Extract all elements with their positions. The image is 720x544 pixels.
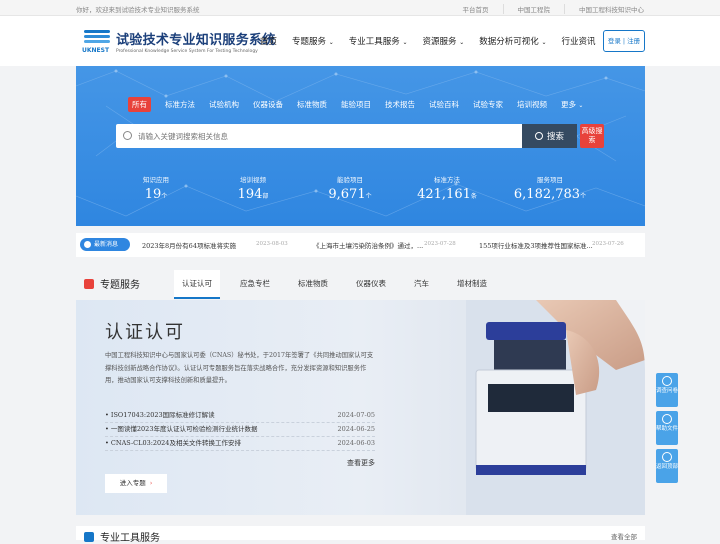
category-tabs: 所有 标准方法 试验机构 仪器设备 标准物质 能验项目 技术报告 试验百科 试验… bbox=[128, 97, 597, 112]
chevron-down-icon: ⌄ bbox=[578, 102, 584, 109]
top-link-cae[interactable]: 中国工程院 bbox=[502, 4, 550, 14]
list-item[interactable]: • CNAS-CL03:2024及相关文件转换工作安排 2024-06-03 bbox=[105, 437, 375, 451]
stat-service-items[interactable]: 服务项目 6,182,783个 bbox=[504, 174, 596, 202]
category-institutions[interactable]: 试验机构 bbox=[209, 99, 239, 112]
top-bar: 你好，欢迎来到试验技术专业知识服务系统 平台首页 中国工程院 中国工程科技知识中… bbox=[0, 0, 720, 16]
news-tag: 最新消息 bbox=[80, 238, 130, 251]
category-encyclopedia[interactable]: 试验百科 bbox=[429, 99, 459, 112]
site-logo[interactable]: UKNEST 试验技术专业知识服务系统 Professional Knowled… bbox=[82, 27, 276, 55]
tab-automotive[interactable]: 汽车 bbox=[406, 270, 437, 299]
tab-certification[interactable]: 认证认可 bbox=[174, 270, 220, 299]
topic-section-title: 专题服务 bbox=[84, 276, 140, 291]
news-item[interactable]: 2023年8月份有64项标准将实施 bbox=[142, 240, 236, 250]
chevron-down-icon: ⌄ bbox=[459, 39, 465, 46]
back-to-top-button[interactable]: 返回顶部 bbox=[656, 449, 678, 483]
topic-article-list: • ISO17043:2023国际标准修订解读 2024-07-05 • 一图读… bbox=[105, 409, 375, 451]
search-hero: 所有 标准方法 试验机构 仪器设备 标准物质 能验项目 技术报告 试验百科 试验… bbox=[76, 66, 645, 226]
category-instruments[interactable]: 仪器设备 bbox=[253, 99, 283, 112]
help-icon bbox=[662, 414, 672, 424]
category-reports[interactable]: 技术报告 bbox=[385, 99, 415, 112]
news-item[interactable]: 《上海市土壤污染防治条例》通过，... bbox=[313, 240, 423, 250]
search-input[interactable] bbox=[138, 128, 498, 144]
news-item[interactable]: 155项行业标准及3项推荐性国家标准... bbox=[479, 240, 593, 250]
tools-icon bbox=[84, 531, 94, 542]
stat-standard-methods[interactable]: 标准方法 421,161条 bbox=[407, 174, 487, 202]
survey-icon bbox=[662, 376, 672, 386]
category-proficiency[interactable]: 能验项目 bbox=[341, 99, 371, 112]
view-more-link[interactable]: 查看更多 bbox=[347, 458, 375, 468]
search-icon bbox=[123, 131, 132, 140]
stat-training-videos[interactable]: 培训视频 194部 bbox=[213, 174, 293, 202]
category-standards[interactable]: 标准方法 bbox=[165, 99, 195, 112]
topic-tabs: 认证认可 应急专栏 标准物质 仪器仪表 汽车 增材制造 bbox=[174, 270, 507, 299]
logo-title: 试验技术专业知识服务系统 bbox=[116, 32, 276, 48]
chevron-down-icon: ⌄ bbox=[541, 39, 547, 46]
list-item[interactable]: • ISO17043:2023国际标准修订解读 2024-07-05 bbox=[105, 409, 375, 423]
enter-topic-button[interactable]: 进入专题 › bbox=[105, 474, 167, 493]
side-float-toolbar: 调查问卷 帮助文件 返回顶部 bbox=[656, 373, 678, 487]
tools-section-title: 专业工具服务 bbox=[84, 529, 160, 544]
search-box bbox=[116, 124, 577, 148]
logo-mark-text: UKNEST bbox=[82, 47, 110, 54]
top-link-home[interactable]: 平台首页 bbox=[449, 4, 489, 14]
logo-subtitle: Professional Knowledge Service System Fo… bbox=[116, 48, 258, 54]
tab-reference-materials[interactable]: 标准物质 bbox=[290, 270, 336, 299]
help-button[interactable]: 帮助文件 bbox=[656, 411, 678, 445]
top-link-ckcest[interactable]: 中国工程科技知识中心 bbox=[564, 4, 644, 14]
search-button-label: 搜索 bbox=[546, 132, 564, 142]
tab-emergency[interactable]: 应急专栏 bbox=[232, 270, 278, 299]
arrow-right-icon: › bbox=[149, 479, 153, 487]
nav-item-tools[interactable]: 专业工具服务 ⌄ bbox=[349, 35, 408, 47]
category-materials[interactable]: 标准物质 bbox=[297, 99, 327, 112]
list-item[interactable]: • 一图读懂2023年度认证认可检验检测行业统计数据 2024-06-25 bbox=[105, 423, 375, 437]
logo-icon: UKNEST bbox=[82, 27, 112, 55]
topic-description: 中国工程科技知识中心与国家认可委（CNAS）秘书处，于2017年签署了《共同推动… bbox=[105, 352, 374, 384]
topic-panel: 认证认可 中国工程科技知识中心与国家认可委（CNAS）秘书处，于2017年签署了… bbox=[76, 300, 645, 515]
tab-additive-manufacturing[interactable]: 增材制造 bbox=[449, 270, 495, 299]
header: UKNEST 试验技术专业知识服务系统 Professional Knowled… bbox=[0, 16, 720, 66]
chevron-down-icon: ⌄ bbox=[402, 39, 408, 46]
topic-heading: 认证认可 bbox=[105, 322, 185, 343]
stat-knowledge-apps[interactable]: 知识应用 19个 bbox=[116, 174, 196, 202]
stamp-image bbox=[466, 300, 645, 515]
news-date: 2023-07-26 bbox=[592, 241, 624, 247]
category-more[interactable]: 更多 ⌄ bbox=[561, 99, 583, 112]
nav-item-news[interactable]: 行业资讯 bbox=[562, 35, 596, 47]
arrow-up-icon bbox=[662, 452, 672, 462]
tab-instruments[interactable]: 仪器仪表 bbox=[348, 270, 394, 299]
main-nav: 首页 专题服务 ⌄ 专业工具服务 ⌄ 资源服务 ⌄ 数据分析可视化 ⌄ 行业资讯 bbox=[260, 35, 611, 47]
topic-icon bbox=[84, 278, 94, 289]
category-videos[interactable]: 培训视频 bbox=[517, 99, 547, 112]
search-button[interactable]: 搜索 bbox=[522, 124, 577, 148]
nav-item-home[interactable]: 首页 bbox=[260, 35, 277, 47]
category-all[interactable]: 所有 bbox=[128, 97, 151, 112]
category-experts[interactable]: 试验专家 bbox=[473, 99, 503, 112]
nav-item-resources[interactable]: 资源服务 ⌄ bbox=[423, 35, 465, 47]
nav-item-visualization[interactable]: 数据分析可视化 ⌄ bbox=[479, 35, 546, 47]
nav-item-topics[interactable]: 专题服务 ⌄ bbox=[292, 35, 334, 47]
tools-section: 专业工具服务 查看全部 bbox=[76, 526, 645, 544]
survey-button[interactable]: 调查问卷 bbox=[656, 373, 678, 407]
welcome-text: 你好，欢迎来到试验技术专业知识服务系统 bbox=[76, 6, 200, 14]
login-register-button[interactable]: 登录 | 注册 bbox=[603, 30, 645, 52]
advanced-search-button[interactable]: 高级搜索 bbox=[580, 124, 604, 148]
news-ticker: 最新消息 2023年8月份有64项标准将实施 2023-08-03 《上海市土壤… bbox=[76, 233, 645, 257]
stat-proficiency-items[interactable]: 能验项目 9,671个 bbox=[310, 174, 390, 202]
search-icon bbox=[534, 132, 543, 140]
news-date: 2023-07-28 bbox=[424, 241, 456, 247]
news-date: 2023-08-03 bbox=[256, 241, 288, 247]
megaphone-icon bbox=[84, 241, 91, 248]
chevron-down-icon: ⌄ bbox=[328, 39, 334, 46]
top-links: 平台首页 中国工程院 中国工程科技知识中心 bbox=[435, 4, 644, 14]
